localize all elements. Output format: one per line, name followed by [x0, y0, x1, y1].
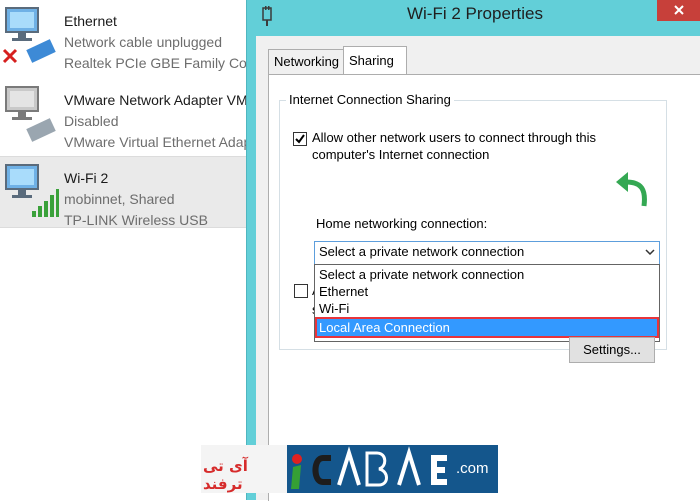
connection-adapter: Realtek PCIe GBE Family Controller [64, 55, 248, 71]
wifi-adapter-icon [5, 164, 59, 217]
checkmark-icon [295, 134, 305, 144]
network-connections-list: Ethernet Network cable unplugged Realtek… [0, 0, 248, 500]
ethernet-disabled-icon [5, 86, 56, 142]
dropdown-option[interactable]: Wi-Fi [317, 300, 657, 317]
watermark-banner: آی تی ترفند .com [201, 445, 498, 493]
connection-status: Network cable unplugged [64, 34, 222, 50]
network-plug-icon [262, 6, 272, 26]
allow-control-checkbox[interactable] [294, 284, 308, 298]
watermark-persian-text: آی تی ترفند [203, 457, 248, 493]
connection-adapter: VMware Virtual Ethernet Adapter [64, 134, 248, 150]
close-icon [674, 5, 684, 15]
dialog-client-area: Networking Sharing Internet Connection S… [256, 36, 700, 501]
chevron-down-icon[interactable] [645, 247, 655, 257]
allow-sharing-label-line1: Allow other network users to connect thr… [312, 130, 596, 145]
allow-sharing-checkbox[interactable] [293, 132, 307, 146]
connection-item-ethernet[interactable]: Ethernet Network cable unplugged Realtek… [0, 0, 248, 71]
connection-item-wifi-2[interactable]: Wi-Fi 2 mobinnet, Shared TP-LINK Wireles… [0, 156, 248, 228]
dropdown-option[interactable]: Ethernet [317, 283, 657, 300]
connection-adapter: TP-LINK Wireless USB [64, 212, 208, 228]
tab-sharing[interactable]: Sharing [343, 46, 407, 75]
connection-item-vmware[interactable]: VMware Network Adapter VMnet8 Disabled V… [0, 79, 248, 150]
home-networking-label: Home networking connection: [316, 216, 488, 231]
connection-name: VMware Network Adapter VMnet8 [64, 92, 248, 108]
dropdown-option[interactable]: Select a private network connection [317, 266, 657, 283]
sharing-tab-panel: Internet Connection Sharing Allow other … [268, 74, 700, 501]
watermark-domain-text: .com [456, 460, 489, 477]
ethernet-disconnected-icon [2, 7, 56, 64]
settings-button[interactable]: Settings... [569, 337, 655, 363]
allow-sharing-label-line2: computer's Internet connection [312, 147, 490, 162]
connection-name: Wi-Fi 2 [64, 170, 109, 186]
title-bar[interactable]: Wi-Fi 2 Properties [247, 0, 700, 34]
dropdown-list: Select a private network connection Ethe… [314, 264, 660, 342]
watermark-logo-icon [287, 445, 447, 493]
dialog-title: Wi-Fi 2 Properties [406, 4, 544, 23]
tab-networking[interactable]: Networking [268, 49, 344, 74]
connection-name: Ethernet [64, 13, 117, 29]
combo-selected-value: Select a private network connection [319, 244, 525, 259]
connection-status: Disabled [64, 113, 119, 129]
dropdown-option-highlighted[interactable]: Local Area Connection [315, 317, 659, 338]
watermark-persian-area: آی تی ترفند [201, 445, 287, 493]
green-arrow-icon [616, 172, 647, 207]
home-networking-combobox[interactable]: Select a private network connection [314, 241, 660, 265]
connection-status: mobinnet, Shared [64, 191, 175, 207]
properties-dialog: Wi-Fi 2 Properties Networking Sharing In… [246, 0, 700, 501]
group-title: Internet Connection Sharing [286, 92, 454, 107]
close-button[interactable] [657, 0, 700, 21]
